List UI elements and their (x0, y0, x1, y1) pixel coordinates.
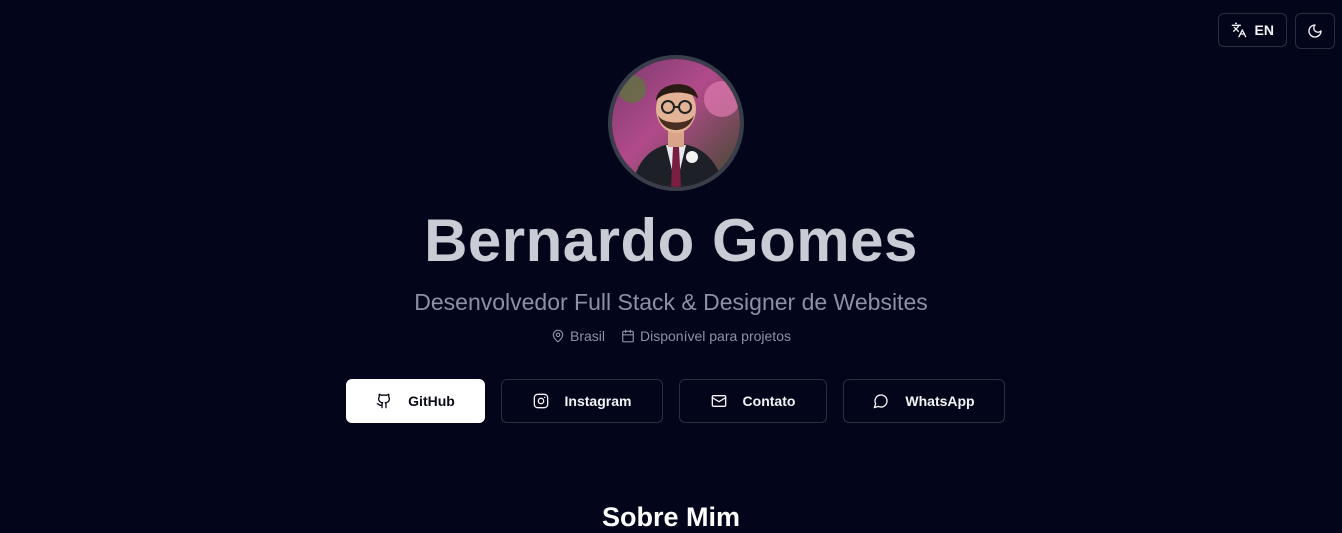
profile-name: Bernardo Gomes (424, 207, 918, 274)
github-icon (376, 393, 392, 409)
whatsapp-button[interactable]: WhatsApp (843, 379, 1005, 423)
social-links: GitHub Instagram Contato WhatsApp (346, 379, 1005, 423)
github-button[interactable]: GitHub (346, 379, 485, 423)
instagram-label: Instagram (564, 393, 632, 409)
about-section-title: Sobre Mim (601, 502, 741, 532)
map-pin-icon (551, 329, 565, 343)
availability-item: Disponível para projetos (621, 328, 791, 344)
calendar-icon (621, 329, 635, 343)
contact-label: Contato (742, 393, 796, 409)
top-controls: EN (1217, 13, 1335, 49)
mail-icon (711, 393, 727, 409)
moon-icon (1307, 23, 1323, 39)
avatar-photo (612, 59, 740, 187)
location-text: Brasil (570, 328, 606, 344)
language-toggle-button[interactable]: EN (1217, 13, 1287, 47)
profile-role: Desenvolvedor Full Stack & Designer de W… (414, 289, 928, 315)
translate-icon (1231, 22, 1247, 38)
profile-meta: Brasil Disponível para projetos (0, 328, 1342, 344)
github-label: GitHub (408, 393, 455, 409)
contact-button[interactable]: Contato (679, 379, 827, 423)
location-item: Brasil (551, 328, 605, 344)
language-label: EN (1254, 22, 1274, 38)
avatar (608, 55, 744, 191)
theme-toggle-button[interactable] (1295, 13, 1335, 49)
instagram-icon (533, 393, 549, 409)
availability-text: Disponível para projetos (640, 328, 791, 344)
message-circle-icon (873, 393, 889, 409)
whatsapp-label: WhatsApp (905, 393, 975, 409)
instagram-button[interactable]: Instagram (501, 379, 663, 423)
